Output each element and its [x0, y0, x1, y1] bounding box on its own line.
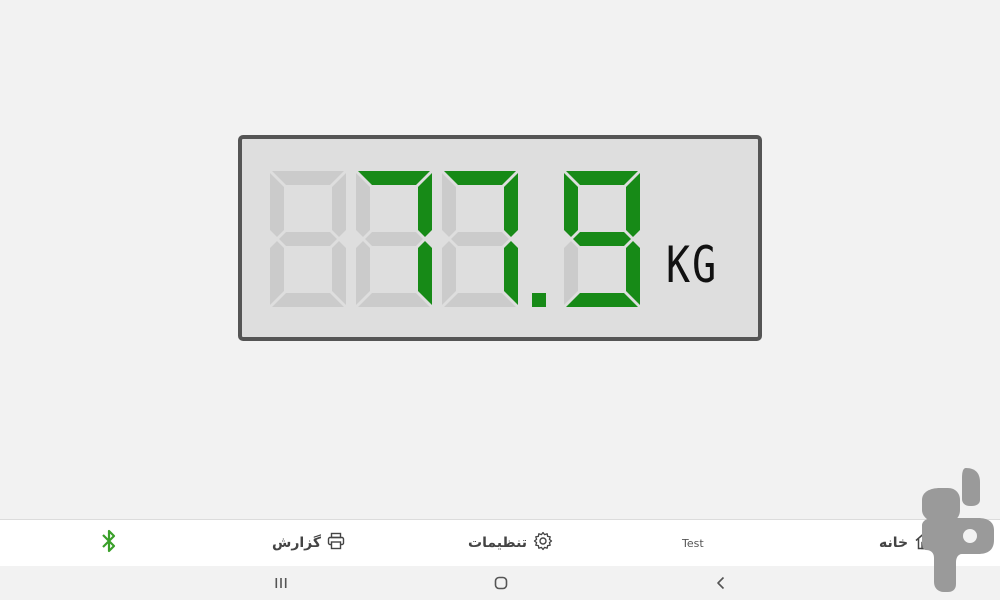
lcd-segment-e: [270, 241, 284, 305]
lcd-segment-a: [272, 171, 344, 185]
back-chevron-icon[interactable]: [710, 572, 732, 594]
app-screen: KG گزارش تنظیمات Test خانه: [0, 0, 1000, 600]
lcd-segment-c: [504, 241, 518, 305]
lcd-segment-g: [451, 232, 509, 246]
lcd-segment-e: [356, 241, 370, 305]
nav-settings[interactable]: تنظیمات: [468, 520, 553, 566]
lcd-segment-c: [626, 241, 640, 305]
lcd-segment-e: [442, 241, 456, 305]
lcd-segment-c: [332, 241, 346, 305]
lcd-segment-b: [332, 173, 346, 237]
gear-icon: [533, 531, 553, 555]
lcd-digit: [356, 171, 432, 307]
printer-icon: [327, 532, 345, 554]
nav-bluetooth[interactable]: [98, 520, 120, 566]
recents-icon[interactable]: [270, 572, 292, 594]
nav-home-label: خانه: [879, 535, 909, 551]
lcd-segment-f: [564, 173, 578, 237]
lcd-decimal-point: [532, 293, 546, 307]
lcd-segment-a: [358, 171, 430, 185]
lcd-segment-g: [573, 232, 631, 246]
lcd-segment-g: [365, 232, 423, 246]
lcd-digit: [564, 171, 640, 307]
weight-unit: KG: [666, 237, 719, 295]
system-nav-bar: [0, 566, 1000, 600]
lcd-segment-c: [418, 241, 432, 305]
lcd-segment-b: [504, 173, 518, 237]
lcd-segment-a: [444, 171, 516, 185]
lcd-segment-d: [444, 293, 516, 307]
lcd-digit: [442, 171, 518, 307]
nav-settings-label: تنظیمات: [468, 535, 528, 551]
nav-report[interactable]: گزارش: [272, 520, 345, 566]
lcd-segment-d: [566, 293, 638, 307]
lcd-segment-b: [418, 173, 432, 237]
lcd-segment-f: [356, 173, 370, 237]
bottom-nav: گزارش تنظیمات Test خانه: [0, 519, 1000, 566]
weight-display: KG: [238, 135, 762, 341]
lcd-segment-g: [279, 232, 337, 246]
nav-test[interactable]: Test: [682, 520, 704, 566]
lcd-segment-d: [272, 293, 344, 307]
lcd-segment-e: [564, 241, 578, 305]
lcd-segment-b: [626, 173, 640, 237]
home-circle-icon[interactable]: [490, 572, 512, 594]
nav-test-label: Test: [682, 536, 704, 550]
lcd-segment-d: [358, 293, 430, 307]
lcd-digit: [270, 171, 346, 307]
lcd-segment-f: [442, 173, 456, 237]
nav-report-label: گزارش: [272, 535, 322, 551]
lcd-segment-a: [566, 171, 638, 185]
bluetooth-icon: [98, 528, 120, 558]
watermark-logo: [918, 466, 996, 594]
lcd-segment-f: [270, 173, 284, 237]
